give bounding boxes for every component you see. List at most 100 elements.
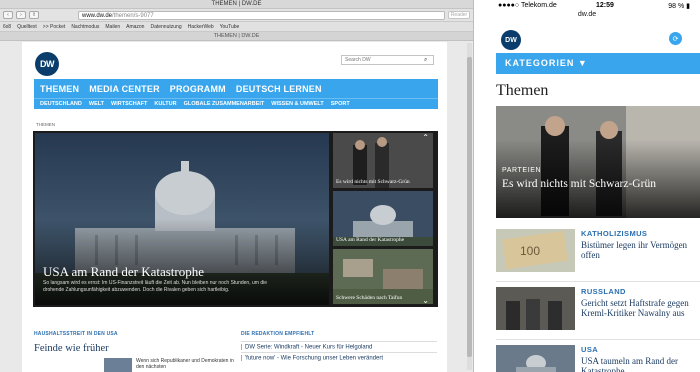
divider <box>496 339 700 340</box>
item-image <box>496 345 575 372</box>
thumb-item[interactable]: Es wird nichts mit Schwarz-Grün ⌃ <box>333 133 433 188</box>
bookmark-item[interactable]: 6x8 <box>3 24 11 30</box>
list-item[interactable]: 100 KATHOLIZISMUS Bistümer legen ihr Ver… <box>496 229 700 275</box>
thumb-item[interactable]: USA am Rand der Katastrophe <box>333 191 433 246</box>
search-icon[interactable]: ⌕ <box>424 57 427 64</box>
bookmark-item[interactable]: Amazon <box>126 24 144 30</box>
url-path: /themen/s-9077 <box>112 12 154 19</box>
dw-logo[interactable]: DW <box>35 52 59 76</box>
mobile-browser: ●●●●○ Telekom.de 12:59 98 % ▮ dw.de DW ⟳… <box>474 0 700 372</box>
back-button[interactable]: ‹ <box>3 11 13 19</box>
section-label-left[interactable]: HAUSHALTSSTREIT IN DEN USA <box>34 331 118 337</box>
item-category: KATHOLIZISMUS <box>581 229 648 238</box>
browser-toolbar: ‹ › ⇧ www.dw.de/themen/s-9077 Reader <box>0 9 473 22</box>
recommended-link[interactable]: 'future now' - Wie Forschung unser Leben… <box>241 352 437 362</box>
recommended-link-text: DW Serie: Windkraft - Neuer Kurs für Hel… <box>245 344 373 351</box>
link-marker-icon <box>241 344 242 350</box>
court-image <box>496 287 575 330</box>
section-label-right: DIE REDAKTION EMPFIEHLT <box>241 331 315 337</box>
carrier-name: Telekom.de <box>520 2 557 9</box>
thumb-item[interactable]: Schwere Schäden nach Taifun ⌄ <box>333 249 433 304</box>
bookmark-item[interactable]: Nachtmodus <box>71 24 99 30</box>
divider <box>496 281 700 282</box>
menu-toggle-icon[interactable]: ⟳ <box>669 32 682 45</box>
dw-logo[interactable]: DW <box>501 30 521 50</box>
hero-category: PARTEIEN <box>502 167 542 174</box>
slider-up-icon[interactable]: ⌃ <box>422 133 429 142</box>
nav-item-media-center[interactable]: MEDIA CENTER <box>89 84 160 94</box>
forward-button[interactable]: › <box>16 11 26 19</box>
hero-image <box>496 106 700 218</box>
bookmark-item[interactable]: Datennutzung <box>150 24 181 30</box>
link-marker-icon <box>241 355 242 361</box>
search-input[interactable]: Search DW <box>341 55 434 65</box>
battery-indicator: 98 % ▮ <box>668 3 690 10</box>
breadcrumb[interactable]: THEMEN <box>36 122 55 127</box>
svg-text:100: 100 <box>520 244 540 258</box>
bookmark-item[interactable]: Quelltext <box>17 24 37 30</box>
subnav-item-welt[interactable]: WELT <box>89 101 104 107</box>
slider-down-icon[interactable]: ⌄ <box>422 296 429 304</box>
nav-item-themen[interactable]: THEMEN <box>40 84 79 94</box>
banknote-image: 100 <box>496 229 575 272</box>
capitol-image <box>496 345 575 372</box>
nav-item-programm[interactable]: PROGRAMM <box>170 84 226 94</box>
reader-button[interactable]: Reader <box>448 11 470 19</box>
recommended-link[interactable]: DW Serie: Windkraft - Neuer Kurs für Hel… <box>241 341 437 351</box>
subnav-item-kultur[interactable]: KULTUR <box>154 101 176 107</box>
item-image <box>496 287 575 330</box>
dw-page: DW Search DW ⌕ THEMEN MEDIA CENTER PROGR… <box>22 42 447 372</box>
list-item[interactable]: USA USA taumeln am Rand der Katastrophe <box>496 345 700 372</box>
item-category: RUSSLAND <box>581 287 626 296</box>
clock: 12:59 <box>596 2 614 9</box>
section-title-left[interactable]: Feinde wie früher <box>34 343 109 354</box>
article-image[interactable] <box>104 358 132 372</box>
hero-title[interactable]: Es wird nichts mit Schwarz-Grün <box>502 178 692 191</box>
subnav-item-wissen-umwelt[interactable]: WISSEN & UMWELT <box>271 101 323 107</box>
item-category: USA <box>581 345 599 354</box>
hero-slide[interactable]: USA am Rand der Katastrophe So langsam w… <box>35 133 329 305</box>
categories-dropdown[interactable]: KATEGORIEN ▼ <box>496 53 700 74</box>
subnav-item-wirtschaft[interactable]: WIRTSCHAFT <box>111 101 147 107</box>
main-nav: THEMEN MEDIA CENTER PROGRAMM DEUTSCH LER… <box>34 79 438 98</box>
carrier-label: ●●●●○ Telekom.de <box>498 2 557 9</box>
hero-slider: USA am Rand der Katastrophe So langsam w… <box>33 131 438 307</box>
url-host: www.dw.de <box>82 12 113 19</box>
share-button[interactable]: ⇧ <box>29 11 39 19</box>
hero-thumbnails: Es wird nichts mit Schwarz-Grün ⌃ USA am… <box>333 133 436 305</box>
screenshot-root: THEMEN | DW.DE ‹ › ⇧ www.dw.de/themen/s-… <box>0 0 700 372</box>
bookmark-item[interactable]: >> Pocket <box>43 24 66 30</box>
item-title[interactable]: Bistümer legen ihr Vermögen offen <box>581 240 699 260</box>
nav-item-deutsch-lernen[interactable]: DEUTSCH LERNEN <box>236 84 322 94</box>
item-title[interactable]: USA taumeln am Rand der Katastrophe <box>581 356 699 372</box>
battery-percent: 98 % <box>668 3 685 10</box>
hero-text: So langsam wird es ernst: Im US-Finanzst… <box>43 280 268 293</box>
tab-title[interactable]: THEMEN | DW.DE <box>0 32 473 41</box>
scrollbar-thumb[interactable] <box>467 57 472 357</box>
vertical-scrollbar[interactable] <box>467 43 472 370</box>
page-viewport: DW Search DW ⌕ THEMEN MEDIA CENTER PROGR… <box>0 42 473 372</box>
subnav-item-deutschland[interactable]: DEUTSCHLAND <box>40 101 82 107</box>
article-teaser: Wenn sich Republikaner und Demokraten in… <box>136 358 234 370</box>
mobile-domain[interactable]: dw.de <box>474 11 700 18</box>
window-title: THEMEN | DW.DE <box>0 0 473 9</box>
status-bar: ●●●●○ Telekom.de 12:59 98 % ▮ <box>474 0 700 11</box>
list-item[interactable]: RUSSLAND Gericht setzt Haftstrafe gegen … <box>496 287 700 333</box>
bookmarks-bar: 6x8 Quelltext >> Pocket Nachtmodus Maile… <box>0 22 473 32</box>
subnav-item-sport[interactable]: SPORT <box>331 101 350 107</box>
subnav-item-globale-zusammenarbeit[interactable]: GLOBALE ZUSAMMENARBEIT <box>184 101 265 107</box>
hero-title[interactable]: USA am Rand der Katastrophe <box>43 264 204 280</box>
bookmark-item[interactable]: YouTube <box>220 24 240 30</box>
address-bar[interactable]: www.dw.de/themen/s-9077 <box>78 10 445 20</box>
recommended-link-text: 'future now' - Wie Forschung unser Leben… <box>245 355 384 362</box>
hero-teaser[interactable]: PARTEIEN Es wird nichts mit Schwarz-Grün <box>496 106 700 218</box>
bookmark-item[interactable]: HackerWeb <box>188 24 214 30</box>
item-image: 100 <box>496 229 575 272</box>
thumb-caption: Schwere Schäden nach Taifun <box>336 295 403 301</box>
page-title: Themen <box>496 82 549 99</box>
desktop-browser-window: THEMEN | DW.DE ‹ › ⇧ www.dw.de/themen/s-… <box>0 0 474 372</box>
thumb-caption: USA am Rand der Katastrophe <box>336 237 405 243</box>
item-title[interactable]: Gericht setzt Haftstrafe gegen Kreml-Kri… <box>581 298 699 318</box>
bookmark-item[interactable]: Mailen <box>105 24 120 30</box>
thumb-caption: Es wird nichts mit Schwarz-Grün <box>336 179 410 185</box>
